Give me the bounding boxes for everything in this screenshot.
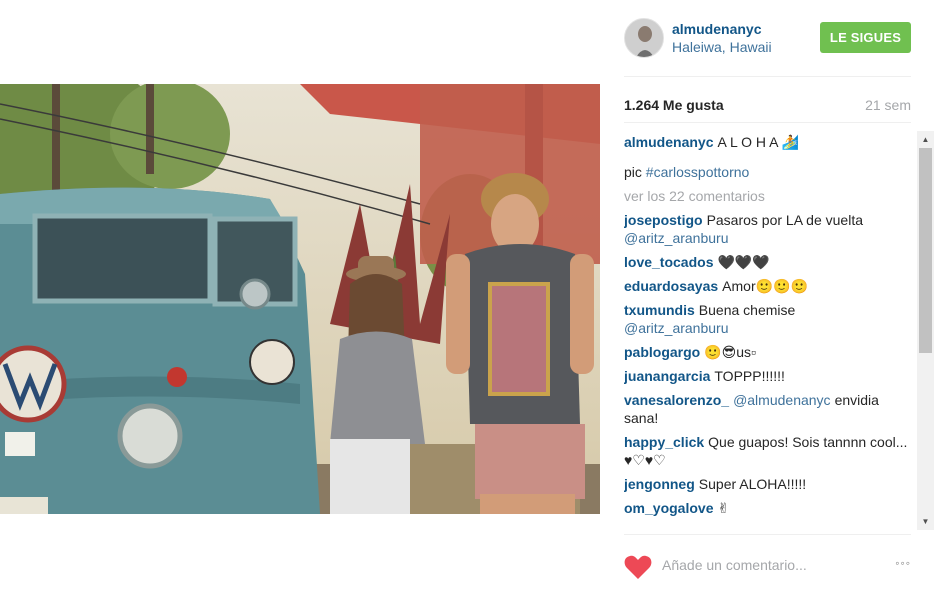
comment-item: josepostigo Pasaros por LA de vuelta @ari… (624, 211, 916, 247)
comment-username[interactable]: josepostigo (624, 212, 703, 228)
caption-username[interactable]: almudenanyc (624, 134, 713, 150)
comment-username[interactable]: pablogargo (624, 344, 700, 360)
comment-username[interactable]: love_tocados (624, 254, 713, 270)
comment-item: jengonneg Super ALOHA!!!!! (624, 475, 916, 493)
caption-credit-prefix: pic (624, 164, 646, 180)
heart-icon[interactable] (624, 554, 652, 580)
comment-text: 🙂😎us▫ (704, 344, 757, 360)
header-divider (624, 76, 911, 77)
post-location[interactable]: Haleiwa, Hawaii (672, 39, 772, 55)
comment-item: txumundis Buena chemise @aritz_aranburu (624, 301, 916, 337)
comment-item: happy_click Que guapos! Sois tannnn cool.… (624, 433, 916, 469)
comment-username[interactable]: eduardosayas (624, 278, 718, 294)
comment-username[interactable]: jengonneg (624, 476, 695, 492)
footer-divider (624, 534, 911, 535)
comment-text: Buena chemise (698, 302, 796, 318)
comments-scrollbar[interactable]: ▲ ▼ (917, 131, 934, 530)
comment-username[interactable]: vanesalorenzo_ (624, 392, 729, 408)
comment-text: Amor🙂🙂🙂 (722, 278, 808, 294)
post-photo[interactable] (0, 84, 600, 514)
likes-divider (624, 122, 911, 123)
comment-text: TOPPP!!!!!! (714, 368, 785, 384)
post-photo-illustration (0, 84, 600, 514)
comment-username[interactable]: om_yogalove (624, 500, 713, 516)
follow-button[interactable]: LE SIGUES (820, 22, 911, 53)
comment-item: pablogargo 🙂😎us▫ (624, 343, 916, 361)
scrollbar-thumb[interactable] (919, 148, 932, 353)
comment-text: ✌ (717, 500, 730, 516)
comment-text: Pasaros por LA de vuelta (706, 212, 863, 228)
comment-input[interactable] (662, 554, 872, 576)
view-all-comments-link[interactable]: ver los 22 comentarios (624, 187, 916, 205)
caption-credit: pic #carlosspottorno (624, 163, 916, 181)
more-options-icon[interactable]: ◦◦◦ (895, 556, 911, 570)
scroll-up-arrow-icon[interactable]: ▲ (917, 131, 934, 148)
comment-username[interactable]: happy_click (624, 434, 704, 450)
comment-text: Super ALOHA!!!!! (698, 476, 807, 492)
caption-hashtag[interactable]: #carlosspottorno (646, 164, 750, 180)
avatar[interactable] (624, 18, 664, 58)
caption-text: A L O H A 🏄 (717, 134, 799, 150)
comment-item: juanangarcia TOPPP!!!!!! (624, 367, 916, 385)
likes-count[interactable]: 1.264 Me gusta (624, 97, 724, 113)
comment-mention[interactable]: @almudenanyc (733, 392, 831, 408)
comment-text: 🖤🖤🖤 (717, 254, 770, 270)
post-username[interactable]: almudenanyc (672, 21, 761, 37)
post-header: almudenanyc Haleiwa, Hawaii LE SIGUES (624, 16, 911, 60)
scroll-down-arrow-icon[interactable]: ▼ (917, 513, 934, 530)
post-age[interactable]: 21 sem (865, 97, 911, 113)
comment-item: love_tocados 🖤🖤🖤 (624, 253, 916, 271)
comment-item: om_yogalove ✌ (624, 499, 916, 517)
comment-username[interactable]: juanangarcia (624, 368, 710, 384)
comment-item: vanesalorenzo_ @almudenanyc envidia sana! (624, 391, 916, 427)
comment-mention[interactable]: @aritz_aranburu (624, 320, 729, 336)
comment-username[interactable]: txumundis (624, 302, 695, 318)
avatar-image (625, 19, 663, 57)
post-footer: ◦◦◦ (624, 544, 911, 590)
caption: almudenanyc A L O H A 🏄 (624, 133, 916, 151)
comment-mention[interactable]: @aritz_aranburu (624, 230, 729, 246)
comment-item: eduardosayas Amor🙂🙂🙂 (624, 277, 916, 295)
comments-list: almudenanyc A L O H A 🏄 pic #carlosspotto… (624, 133, 916, 530)
